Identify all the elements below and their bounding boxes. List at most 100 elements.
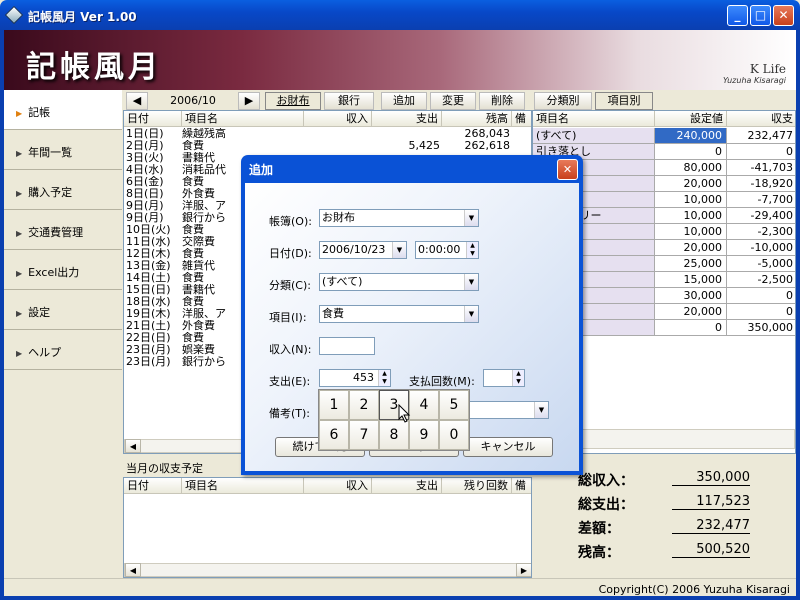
- sidebar-item-annual[interactable]: ▶ 年間一覧: [4, 130, 122, 170]
- cancel-button[interactable]: キャンセル: [463, 437, 553, 457]
- spin-up-icon[interactable]: ▲: [512, 370, 524, 378]
- mouse-cursor-icon: [398, 404, 411, 423]
- sidebar-item-help[interactable]: ▶ ヘルプ: [4, 330, 122, 370]
- key-0[interactable]: 0: [439, 420, 469, 450]
- delete-button[interactable]: 削除: [479, 92, 525, 110]
- numeric-keypad: 1 2 3 4 5 6 7 8 9 0: [318, 389, 470, 451]
- next-month-button[interactable]: ▶: [238, 92, 260, 110]
- key-1[interactable]: 1: [319, 390, 349, 420]
- key-6[interactable]: 6: [319, 420, 349, 450]
- chevron-down-icon: ▼: [534, 402, 548, 418]
- table-cell: 11日(水): [126, 236, 171, 248]
- table-cell: -2,300: [727, 224, 795, 240]
- note-label: 備考(T):: [269, 407, 311, 420]
- balance-value: 500,520: [672, 542, 750, 558]
- key-9[interactable]: 9: [409, 420, 439, 450]
- table-cell: 15日(日): [126, 284, 171, 296]
- column-header[interactable]: 残高: [442, 111, 512, 127]
- sidebar-item-purchase-plan[interactable]: ▶ 購入予定: [4, 170, 122, 210]
- spin-down-icon[interactable]: ▼: [466, 250, 478, 258]
- add-button[interactable]: 追加: [381, 92, 427, 110]
- table-cell: 1日(日): [126, 128, 164, 140]
- table-cell: -5,000: [727, 256, 795, 272]
- app-icon: [4, 5, 24, 25]
- horizontal-scrollbar[interactable]: ◀ ▶: [124, 563, 531, 577]
- table-cell: 23日(月): [126, 356, 171, 368]
- table-cell: 268,043: [464, 128, 511, 140]
- column-header[interactable]: 収入: [304, 111, 372, 127]
- table-row[interactable]: (すべて) 240,000 232,477: [533, 128, 795, 144]
- book-select[interactable]: お財布 ▼: [319, 209, 479, 227]
- chevron-down-icon: ▼: [464, 210, 478, 226]
- planned-table[interactable]: 日付 項目名 収入 支出 残り回数 備 ◀ ▶: [123, 477, 532, 578]
- spin-down-icon[interactable]: ▼: [512, 378, 524, 386]
- chevron-down-icon: ▼: [392, 242, 406, 258]
- table-row[interactable]: 1日(日) 繰越残高 268,043: [124, 128, 531, 140]
- spin-up-icon[interactable]: ▲: [378, 370, 390, 378]
- sidebar-item-transport[interactable]: ▶ 交通費管理: [4, 210, 122, 250]
- key-2[interactable]: 2: [349, 390, 379, 420]
- column-header[interactable]: 支出: [372, 111, 442, 127]
- column-header[interactable]: 設定値: [655, 111, 727, 127]
- brand-text: K Life: [749, 62, 786, 76]
- column-header[interactable]: 項目名: [182, 111, 304, 127]
- column-header[interactable]: 支出: [372, 478, 442, 494]
- scroll-left-icon[interactable]: ◀: [125, 563, 141, 577]
- book-bank-button[interactable]: 銀行: [324, 92, 374, 110]
- spin-up-icon[interactable]: ▲: [466, 242, 478, 250]
- maximize-button[interactable]: □: [750, 5, 771, 26]
- total-income-label: 総収入：: [578, 473, 634, 489]
- table-cell: 18日(水): [126, 296, 171, 308]
- column-header[interactable]: 残り回数: [442, 478, 512, 494]
- spin-down-icon[interactable]: ▼: [378, 378, 390, 386]
- sidebar-item-excel[interactable]: ▶ Excel出力: [4, 250, 122, 290]
- edit-button[interactable]: 変更: [430, 92, 476, 110]
- sidebar-item-settings[interactable]: ▶ 設定: [4, 290, 122, 330]
- app-banner: 記帳風月 K Life Yuzuha Kisaragi: [0, 30, 800, 90]
- dialog-close-button[interactable]: ✕: [557, 159, 578, 180]
- key-7[interactable]: 7: [349, 420, 379, 450]
- arrow-right-icon: ▶: [16, 349, 23, 358]
- table-cell: 13日(金): [126, 260, 171, 272]
- key-5[interactable]: 5: [439, 390, 469, 420]
- table-cell: 30,000: [655, 288, 727, 304]
- prev-month-button[interactable]: ◀: [126, 92, 148, 110]
- column-header[interactable]: 日付: [124, 111, 182, 127]
- difference-label: 差額：: [578, 521, 620, 537]
- table-row[interactable]: 2日(月) 食費 5,425 262,618: [124, 140, 531, 152]
- item-select[interactable]: 食費 ▼: [319, 305, 479, 323]
- expense-input[interactable]: 453 ▲ ▼: [319, 369, 391, 387]
- column-header[interactable]: 日付: [124, 478, 182, 494]
- scroll-left-icon[interactable]: ◀: [125, 439, 141, 453]
- expense-value: 453: [353, 371, 374, 384]
- column-header[interactable]: 収入: [304, 478, 372, 494]
- book-label: 帳簿(O):: [269, 215, 312, 228]
- sidebar-item-kicho[interactable]: ▶ 記帳: [4, 90, 122, 130]
- author-text: Yuzuha Kisaragi: [722, 76, 786, 85]
- column-header[interactable]: 収支: [727, 111, 795, 127]
- key-4[interactable]: 4: [409, 390, 439, 420]
- date-picker[interactable]: 2006/10/23 ▼: [319, 241, 407, 259]
- scroll-right-icon[interactable]: ▶: [516, 563, 531, 577]
- table-cell: 21日(土): [126, 320, 171, 332]
- time-stepper[interactable]: 0:00:00 ▲ ▼: [415, 241, 479, 259]
- table-cell: -29,400: [727, 208, 795, 224]
- column-header[interactable]: 項目名: [182, 478, 304, 494]
- arrow-right-icon: ▶: [16, 149, 23, 158]
- sidebar-item-label: Excel出力: [28, 266, 80, 279]
- tab-item[interactable]: 項目別: [595, 92, 653, 110]
- table-cell: 4日(水): [126, 164, 164, 176]
- book-wallet-button[interactable]: お財布: [265, 92, 321, 110]
- tab-category[interactable]: 分類別: [534, 92, 592, 110]
- minimize-button[interactable]: _: [727, 5, 748, 26]
- income-input[interactable]: [319, 337, 375, 355]
- close-button[interactable]: ✕: [773, 5, 794, 26]
- column-header[interactable]: 備: [512, 111, 531, 127]
- table-cell: 20,000: [655, 176, 727, 192]
- column-header[interactable]: 項目名: [533, 111, 655, 127]
- key-8[interactable]: 8: [379, 420, 409, 450]
- category-select[interactable]: (すべて) ▼: [319, 273, 479, 291]
- payment-count-input[interactable]: ▲ ▼: [483, 369, 525, 387]
- column-header[interactable]: 備: [512, 478, 531, 494]
- table-cell: 食費: [182, 140, 204, 152]
